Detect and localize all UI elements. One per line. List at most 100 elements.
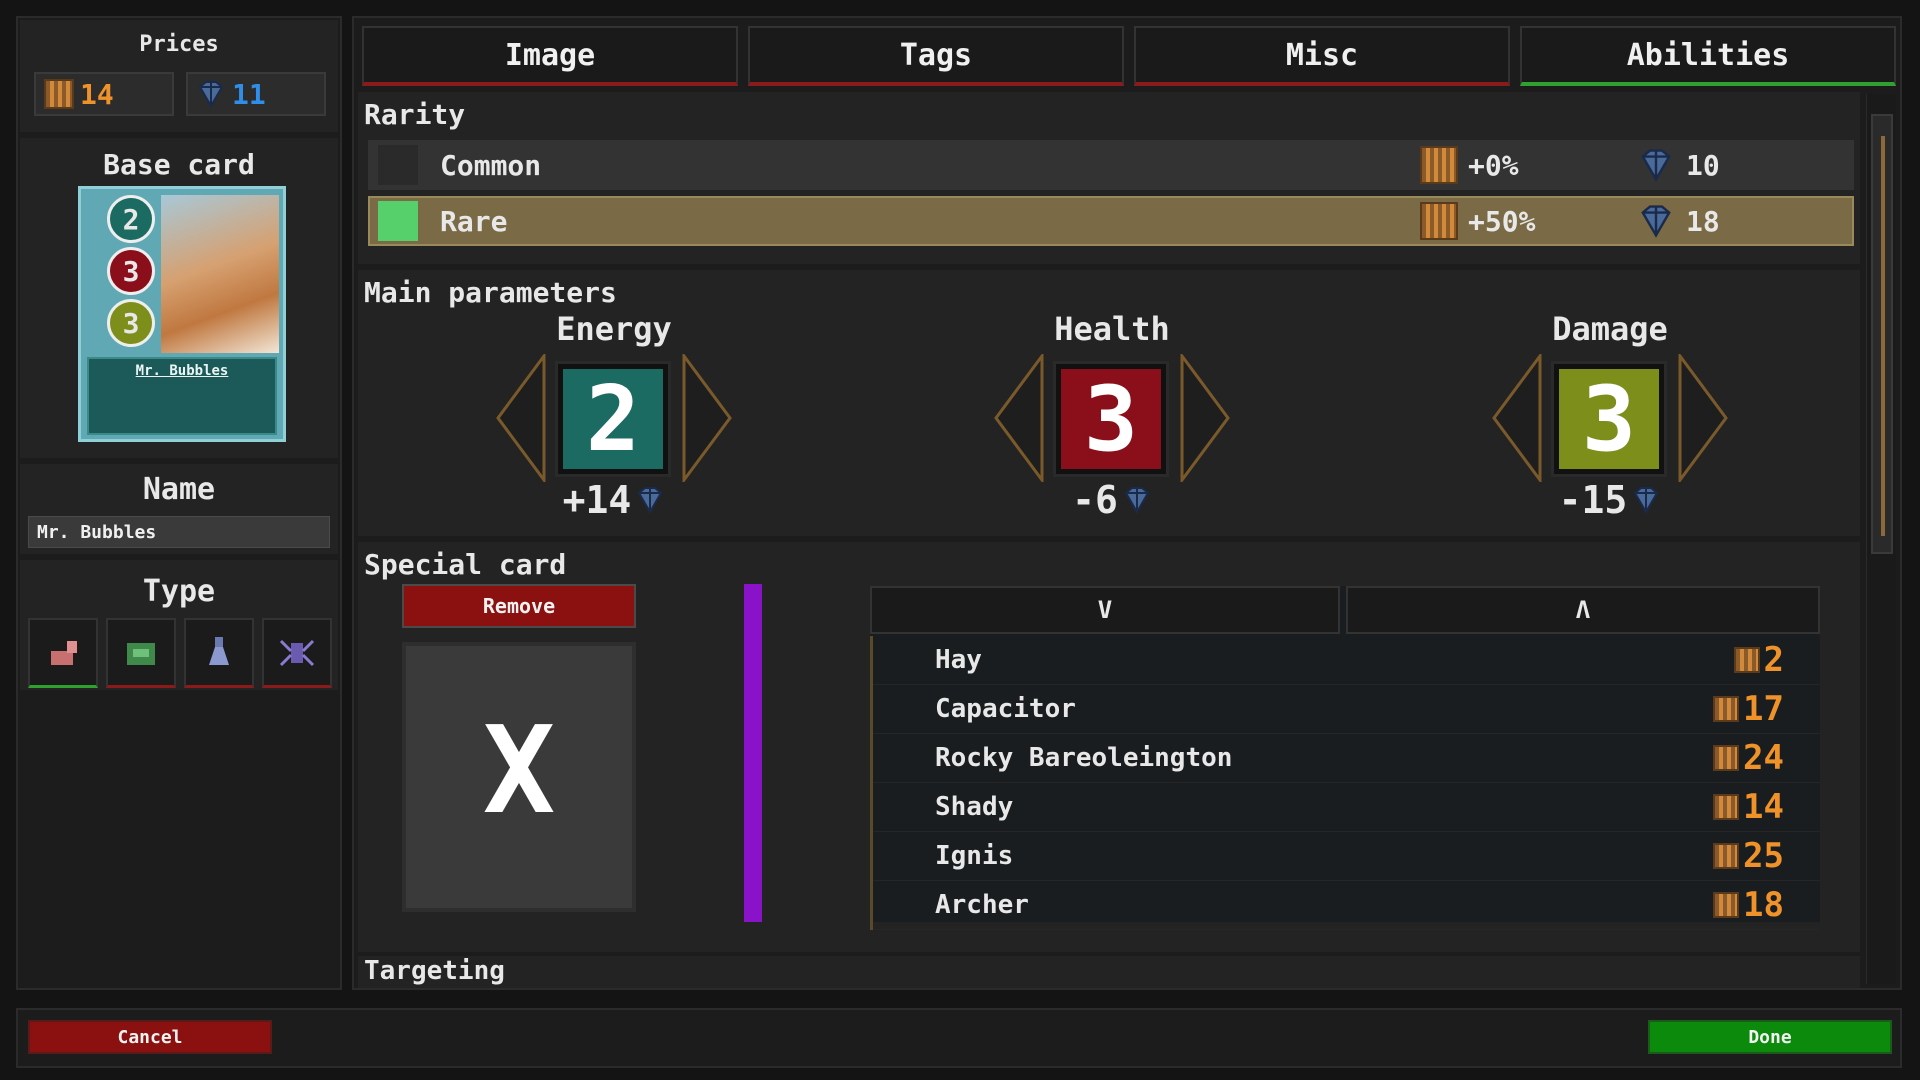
- item-price: 18: [1743, 885, 1784, 925]
- type-potion-button[interactable]: [184, 618, 254, 688]
- health-decrease-arrow[interactable]: [992, 354, 1044, 482]
- type-beast-button[interactable]: [28, 618, 98, 688]
- tab-image[interactable]: Image: [362, 26, 738, 86]
- rarity-row-common[interactable]: Common +0% 10: [368, 140, 1854, 190]
- list-item[interactable]: Rocky Bareoleington 24: [873, 734, 1820, 783]
- type-machine-button[interactable]: [106, 618, 176, 688]
- gem-price-box: 11: [186, 72, 326, 116]
- health-delta-wrap: -6: [992, 478, 1232, 522]
- item-price-wrap: 17: [1713, 689, 1784, 729]
- paw-icon: [51, 640, 77, 665]
- item-price: 25: [1743, 836, 1784, 876]
- energy-decrease-arrow[interactable]: [494, 354, 546, 482]
- potion-icon: [209, 636, 229, 665]
- energy-label: Energy: [556, 310, 672, 348]
- sort-desc-button[interactable]: V: [870, 586, 1340, 634]
- rarity-row-rare[interactable]: Rare +50% 18: [368, 196, 1854, 246]
- name-panel: Name: [20, 464, 338, 554]
- gem-icon: [638, 487, 663, 514]
- damage-increase-arrow[interactable]: [1678, 354, 1730, 482]
- targeting-title: Targeting: [364, 956, 505, 986]
- item-name: Hay: [935, 645, 982, 675]
- tab-abilities[interactable]: Abilities: [1520, 26, 1896, 86]
- done-button[interactable]: Done: [1648, 1020, 1892, 1054]
- tab-abilities-label: Abilities: [1626, 37, 1790, 73]
- name-title: Name: [142, 472, 216, 507]
- sort-asc-button[interactable]: Λ: [1346, 586, 1820, 634]
- prices-title: Prices: [139, 32, 219, 57]
- coin-icon: [1713, 892, 1740, 918]
- item-price-wrap: 24: [1713, 738, 1784, 778]
- main-parameters-title: Main parameters: [364, 276, 617, 309]
- item-price: 17: [1743, 689, 1784, 729]
- damage-decrease-arrow[interactable]: [1490, 354, 1542, 482]
- tab-misc-label: Misc: [1285, 37, 1359, 73]
- coin-icon: [1713, 745, 1740, 771]
- cancel-button[interactable]: Cancel: [28, 1020, 272, 1054]
- special-card-rows: Hay 2 Capacitor 17 Rocky Bareoleington 2…: [870, 636, 1820, 930]
- coin-icon: [1713, 843, 1740, 869]
- item-price-wrap: 25: [1713, 836, 1784, 876]
- rarity-swatch-common: [378, 145, 418, 185]
- scrollbar-track[interactable]: [1866, 94, 1896, 984]
- item-name: Rocky Bareoleington: [935, 743, 1233, 773]
- scrollbar-thumb[interactable]: [1871, 114, 1893, 554]
- energy-stat: Energy 2 +14: [494, 310, 734, 522]
- gem-icon: [1634, 487, 1659, 514]
- gem-icon: [1641, 149, 1671, 182]
- health-delta: -6: [1072, 478, 1118, 522]
- health-increase-arrow[interactable]: [1180, 354, 1232, 482]
- name-input[interactable]: [28, 516, 330, 548]
- item-name: Shady: [935, 792, 1014, 822]
- base-card[interactable]: 2 3 3 Mr. Bubbles: [78, 186, 286, 442]
- type-insect-button[interactable]: [262, 618, 332, 688]
- item-price: 24: [1743, 738, 1784, 778]
- list-item[interactable]: Archer 18: [873, 881, 1820, 930]
- item-price-wrap: 14: [1713, 787, 1784, 827]
- rarity-name-common: Common: [440, 148, 542, 182]
- remove-button[interactable]: Remove: [402, 584, 636, 628]
- machine-icon: [127, 642, 155, 665]
- tab-tags-label: Tags: [899, 37, 973, 73]
- list-item[interactable]: Capacitor 17: [873, 685, 1820, 734]
- damage-stat: Damage 3 -15: [1490, 310, 1730, 522]
- rarity-gems-rare: 18: [1686, 204, 1720, 238]
- coin-icon: [1713, 696, 1740, 722]
- energy-delta-wrap: +14: [494, 478, 734, 522]
- gem-icon: [1124, 487, 1150, 514]
- item-name: Ignis: [935, 841, 1014, 871]
- list-item[interactable]: Ignis 25: [873, 832, 1820, 881]
- insect-icon: [279, 639, 315, 666]
- item-price-wrap: 2: [1733, 640, 1784, 680]
- special-card-slot[interactable]: X: [402, 642, 636, 912]
- tab-misc[interactable]: Misc: [1134, 26, 1510, 86]
- item-price-wrap: 18: [1713, 885, 1784, 925]
- health-value: 3: [1053, 361, 1169, 477]
- rarity-swatch-rare: [378, 201, 418, 241]
- list-item[interactable]: Hay 2: [873, 636, 1820, 685]
- damage-delta-wrap: -15: [1490, 478, 1730, 522]
- coin-price-box: 14: [34, 72, 174, 116]
- prices-panel: Prices 14 11: [20, 20, 338, 132]
- damage-delta: -15: [1558, 478, 1628, 522]
- rarity-panel: Rarity Common +0% 10 Rare +50% 18: [358, 92, 1860, 264]
- coin-price-value: 14: [80, 77, 114, 111]
- targeting-panel: Targeting: [358, 956, 1860, 988]
- rarity-name-rare: Rare: [440, 204, 508, 238]
- special-card-panel: Special card Remove X V Λ Hay 2 Capacito…: [358, 542, 1860, 952]
- list-item[interactable]: Shady 14: [873, 783, 1820, 832]
- energy-increase-arrow[interactable]: [682, 354, 734, 482]
- item-price: 14: [1743, 787, 1784, 827]
- card-damage-badge: 3: [107, 299, 155, 347]
- card-health-badge: 3: [107, 247, 155, 295]
- card-name: Mr. Bubbles: [135, 363, 229, 379]
- damage-label: Damage: [1552, 310, 1668, 348]
- tab-tags[interactable]: Tags: [748, 26, 1124, 86]
- coin-icon: [44, 79, 74, 109]
- health-stat: Health 3 -6: [992, 310, 1232, 522]
- base-card-panel: Base card 2 3 3 Mr. Bubbles: [20, 138, 338, 458]
- gem-price-value: 11: [232, 77, 266, 111]
- coin-icon: [1420, 202, 1458, 240]
- coin-icon: [1733, 647, 1760, 673]
- purple-divider: [744, 584, 762, 922]
